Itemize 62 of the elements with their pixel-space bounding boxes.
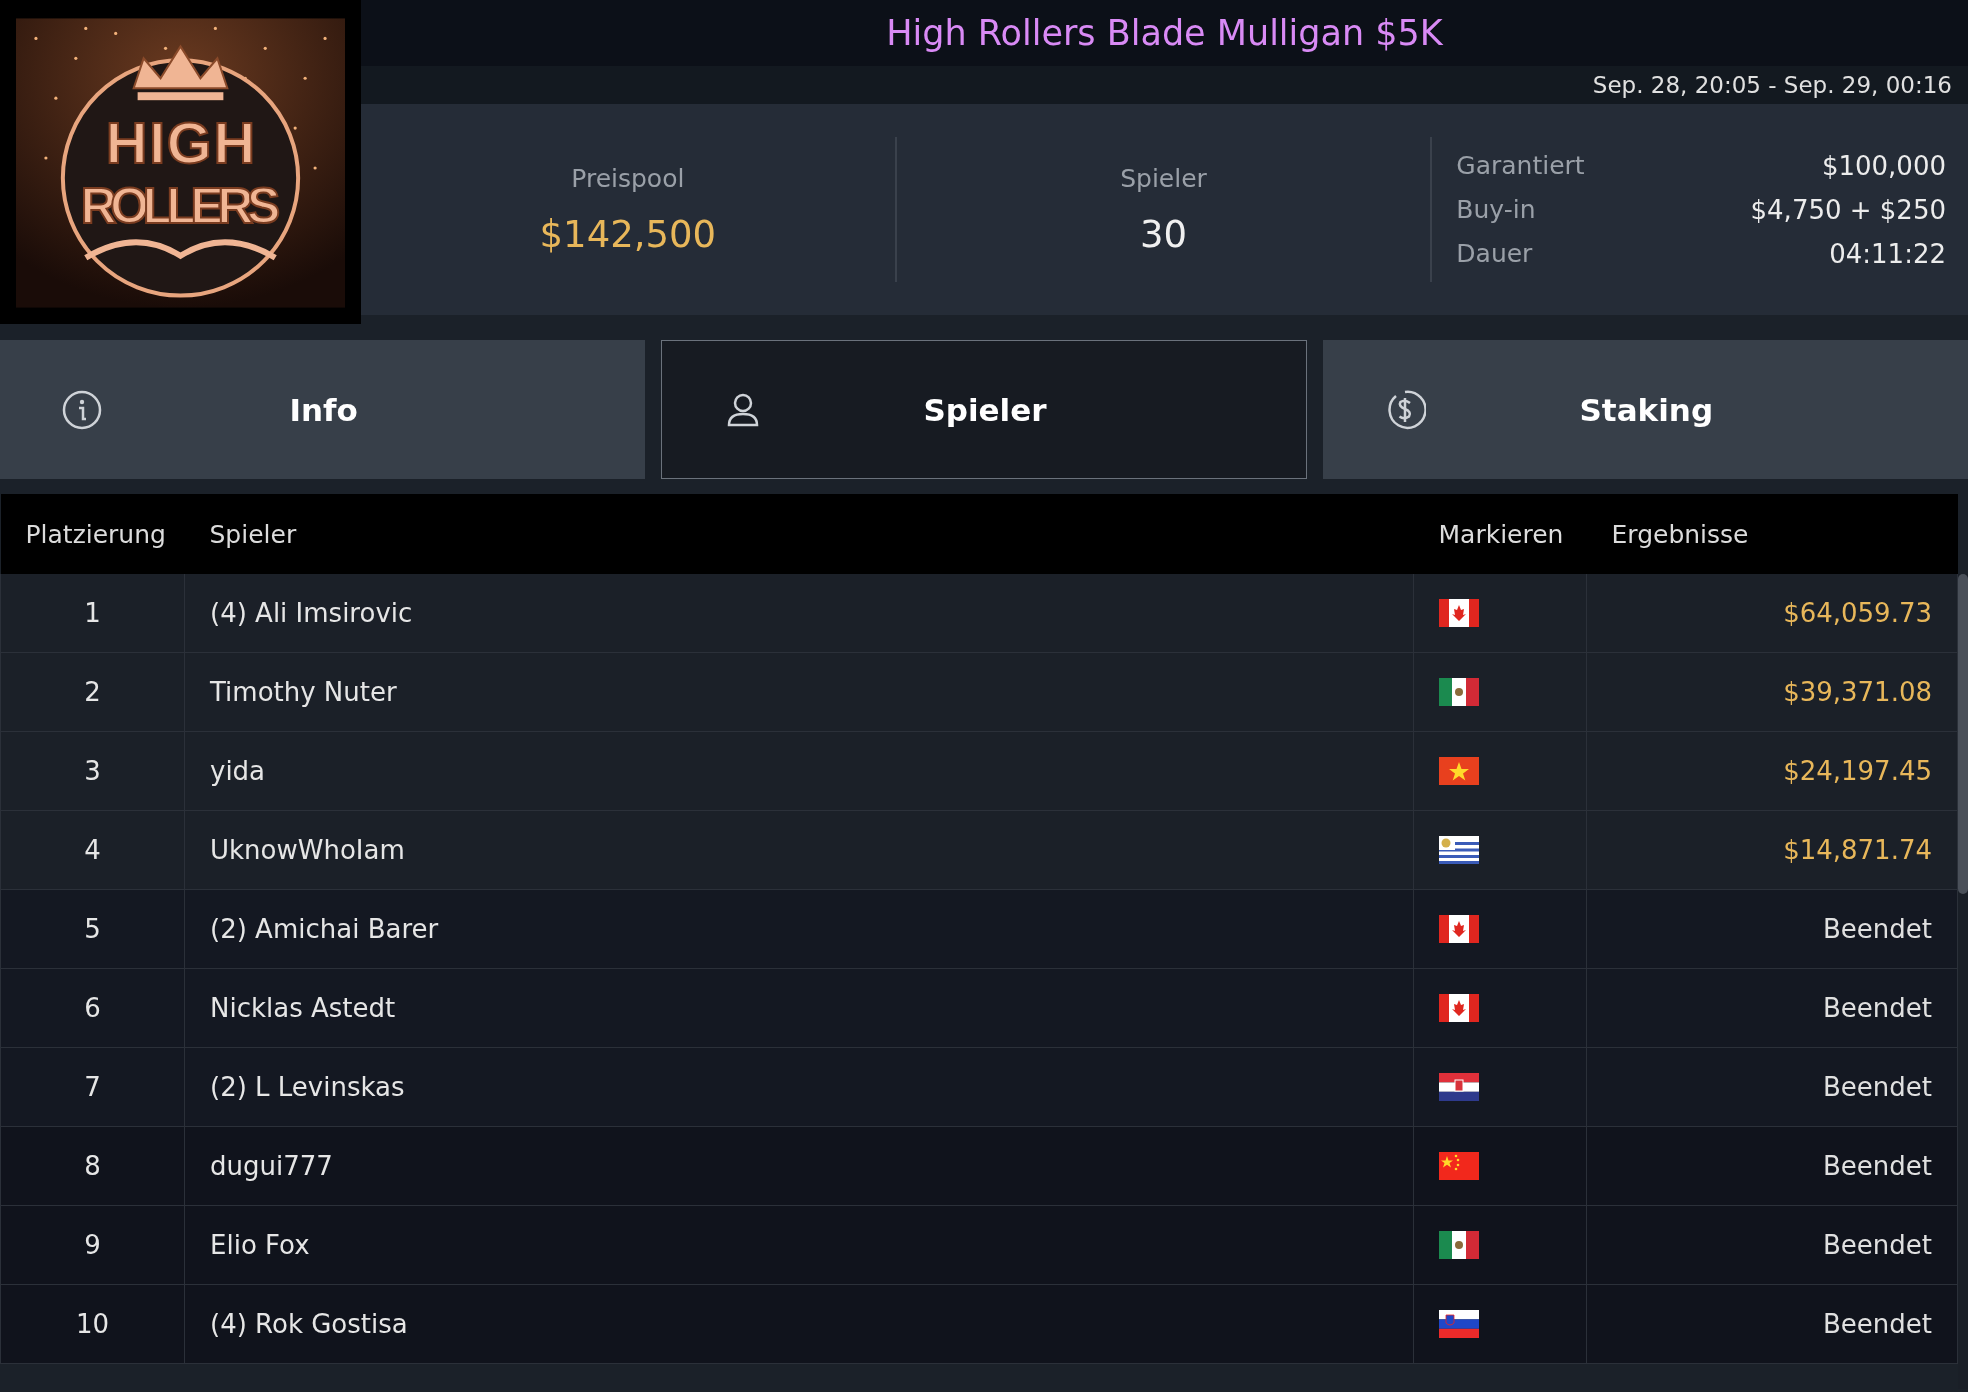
column-header: Ergebnisse [1586, 494, 1958, 574]
result-status: Beendet [1586, 1284, 1958, 1364]
player-name: Elio Fox [184, 1205, 1414, 1285]
flag-icon [1439, 1310, 1479, 1338]
place-cell: 5 [0, 889, 185, 969]
flag-icon [1439, 599, 1479, 627]
stat-label: Preispool [571, 163, 685, 193]
place-cell: 8 [0, 1126, 185, 1206]
result-status: Beendet [1586, 889, 1958, 969]
place-cell: 7 [0, 1047, 185, 1127]
flag-icon [1439, 757, 1479, 785]
flag-icon [1439, 1073, 1479, 1101]
column-header: Spieler [184, 494, 1414, 574]
detail-label: Buy-in [1456, 194, 1536, 225]
high-rollers-logo: HIGH ROLLERS [16, 18, 345, 308]
info-icon [61, 388, 103, 431]
date-range: Sep. 28, 20:05 - Sep. 29, 00:16 [1592, 72, 1952, 98]
scrollbar-thumb[interactable] [1958, 574, 1968, 894]
detail-value: $100,000 [1821, 150, 1946, 181]
tab[interactable]: Spieler [661, 340, 1307, 479]
stat-value: $142,500 [539, 212, 717, 256]
flag-icon [1439, 1152, 1479, 1180]
tournament-title: High Rollers Blade Mulligan $5K [886, 13, 1443, 53]
place-cell: 1 [0, 574, 185, 653]
flag-icon [1439, 1231, 1479, 1259]
tab[interactable]: Staking [1322, 340, 1968, 479]
detail-label: Garantiert [1456, 150, 1585, 181]
place-cell: 9 [0, 1205, 185, 1285]
result-status: Beendet [1586, 1126, 1958, 1206]
stat-value: 30 [1139, 212, 1188, 256]
column-header: Markieren [1413, 494, 1587, 574]
tab[interactable]: Info [0, 340, 646, 479]
place-cell: 4 [0, 810, 185, 890]
place-cell: 6 [0, 968, 185, 1048]
player-name: dugui777 [184, 1126, 1414, 1206]
player-name: (4) Rok Gostisa [184, 1284, 1414, 1364]
place-cell: 2 [0, 652, 185, 732]
player-name: Nicklas Astedt [184, 968, 1414, 1048]
result-status: Beendet [1586, 968, 1958, 1048]
detail-value: 04:11:22 [1829, 238, 1946, 269]
column-header: Platzierung [0, 494, 185, 574]
prize-amount: $39,371.08 [1586, 652, 1958, 732]
flag-icon [1439, 678, 1479, 706]
player-name: UknowWhoIam [184, 810, 1414, 890]
player-name: yida [184, 731, 1414, 811]
result-status: Beendet [1586, 1205, 1958, 1285]
stat-label: Spieler [1120, 163, 1207, 193]
detail-value: $4,750 + $250 [1750, 194, 1946, 225]
player-name: Timothy Nuter [184, 652, 1414, 732]
flag-icon [1439, 994, 1479, 1022]
prize-amount: $14,871.74 [1586, 810, 1958, 890]
player-name: (4) Ali Imsirovic [184, 574, 1414, 653]
player-name: (2) L Levinskas [184, 1047, 1414, 1127]
flag-icon [1439, 915, 1479, 943]
prize-amount: $24,197.45 [1586, 731, 1958, 811]
detail-label: Dauer [1456, 238, 1533, 269]
player-name: (2) Amichai Barer [184, 889, 1414, 969]
place-cell: 3 [0, 731, 185, 811]
place-cell: 10 [0, 1284, 185, 1364]
prize-amount: $64,059.73 [1586, 574, 1958, 653]
flag-icon [1439, 836, 1479, 864]
result-status: Beendet [1586, 1047, 1958, 1127]
